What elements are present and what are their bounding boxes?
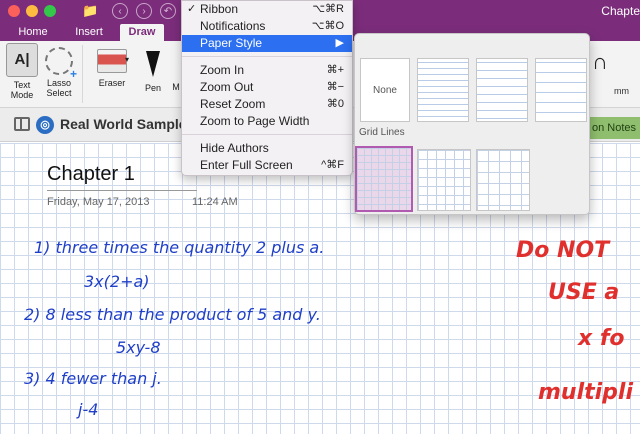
- ink-line-1[interactable]: 1) three times the quantity 2 plus a.: [34, 238, 324, 257]
- red-ink-line-4[interactable]: multipli: [538, 380, 633, 405]
- submenu-arrow-icon: ▶: [335, 37, 344, 49]
- menu-item-notifications[interactable]: Notifications ⌥⌘O: [182, 18, 352, 35]
- folder-icon[interactable]: 📁: [82, 3, 98, 19]
- menu-separator: [182, 56, 352, 57]
- ink-line-6[interactable]: j-4: [78, 400, 98, 419]
- menu-item-reset-zoom[interactable]: Reset Zoom ⌘0: [182, 96, 352, 113]
- forward-icon[interactable]: ›: [136, 3, 152, 19]
- zoom-window-button[interactable]: [44, 5, 56, 17]
- red-ink-line-3[interactable]: x fo: [578, 326, 625, 351]
- lasso-icon: [45, 47, 77, 79]
- text-mode-button[interactable]: A| Text Mode: [4, 43, 40, 100]
- undo-icon[interactable]: ↶: [160, 3, 176, 19]
- ink-line-4[interactable]: 5xy-8: [116, 338, 161, 357]
- menu-item-zoom-page-width[interactable]: Zoom to Page Width: [182, 113, 352, 130]
- pen-stroke-icon[interactable]: ∩: [592, 49, 608, 75]
- red-ink-line-1[interactable]: Do NOT: [516, 238, 609, 263]
- eraser-dropdown-icon[interactable]: ▾: [124, 55, 130, 65]
- pen-icon: [146, 51, 160, 77]
- ribbon-divider: [82, 45, 83, 103]
- paper-style-rule-wide[interactable]: [535, 58, 587, 122]
- ink-line-5[interactable]: 3) 4 fewer than j.: [24, 369, 162, 388]
- menu-item-paper-style[interactable]: Paper Style ▶: [182, 35, 352, 52]
- pen-button[interactable]: Pen: [140, 43, 166, 93]
- close-window-button[interactable]: [8, 5, 20, 17]
- minimize-window-button[interactable]: [26, 5, 38, 17]
- page-time: 11:24 AM: [192, 196, 238, 208]
- tab-home[interactable]: Home: [8, 24, 58, 41]
- window-title: Chapte: [601, 4, 640, 18]
- tab-insert[interactable]: Insert: [66, 24, 112, 41]
- text-mode-icon: A|: [6, 43, 38, 77]
- red-ink-line-2[interactable]: USE a: [548, 280, 619, 305]
- notebook-icon: ◎: [36, 116, 54, 134]
- paper-style-rule-narrow[interactable]: [417, 58, 469, 122]
- menu-item-zoom-in[interactable]: Zoom In ⌘+: [182, 62, 352, 79]
- eraser-label: Eraser: [98, 78, 126, 88]
- paper-style-none[interactable]: None: [360, 58, 410, 122]
- text-mode-label-1: Text: [13, 80, 31, 90]
- ink-line-2[interactable]: 3x(2+a): [84, 272, 150, 291]
- eraser-icon: [97, 49, 127, 73]
- eraser-button[interactable]: Eraser: [92, 43, 132, 88]
- menu-item-zoom-out[interactable]: Zoom Out ⌘−: [182, 79, 352, 96]
- lasso-select-button[interactable]: Lasso Select: [42, 43, 77, 98]
- page-title[interactable]: Chapter 1: [47, 163, 135, 186]
- pen-size-label-2: mm: [614, 86, 629, 96]
- page-date: Friday, May 17, 2013: [47, 196, 150, 208]
- pen-label: Pen: [144, 83, 161, 93]
- grid-lines-label: Grid Lines: [359, 127, 405, 138]
- text-mode-label-2: Mode: [10, 90, 34, 100]
- paper-style-grid-medium[interactable]: [417, 149, 471, 211]
- ink-line-3[interactable]: 2) 8 less than the product of 5 and y.: [24, 305, 321, 324]
- back-icon[interactable]: ‹: [112, 3, 128, 19]
- checkmark-icon: ✓: [187, 3, 197, 15]
- paper-style-grid-large[interactable]: [476, 149, 530, 211]
- lasso-label-2: Select: [46, 88, 72, 98]
- paper-style-grid-small[interactable]: [355, 146, 413, 212]
- paper-style-submenu: None Grid Lines: [354, 33, 590, 215]
- sidebar-toggle-icon[interactable]: [14, 117, 30, 131]
- title-underline: [47, 190, 197, 191]
- tab-draw[interactable]: Draw: [120, 24, 164, 41]
- menu-item-full-screen[interactable]: Enter Full Screen ^⌘F: [182, 157, 352, 174]
- paper-style-rule-college[interactable]: [476, 58, 528, 122]
- menu-item-ribbon[interactable]: ✓ Ribbon ⌥⌘R: [182, 1, 352, 18]
- menu-separator: [182, 134, 352, 135]
- notebook-name[interactable]: Real World Samples: [60, 116, 194, 132]
- view-menu: ✓ Ribbon ⌥⌘R Notifications ⌥⌘O Paper Sty…: [181, 0, 353, 176]
- menu-item-hide-authors[interactable]: Hide Authors: [182, 140, 352, 157]
